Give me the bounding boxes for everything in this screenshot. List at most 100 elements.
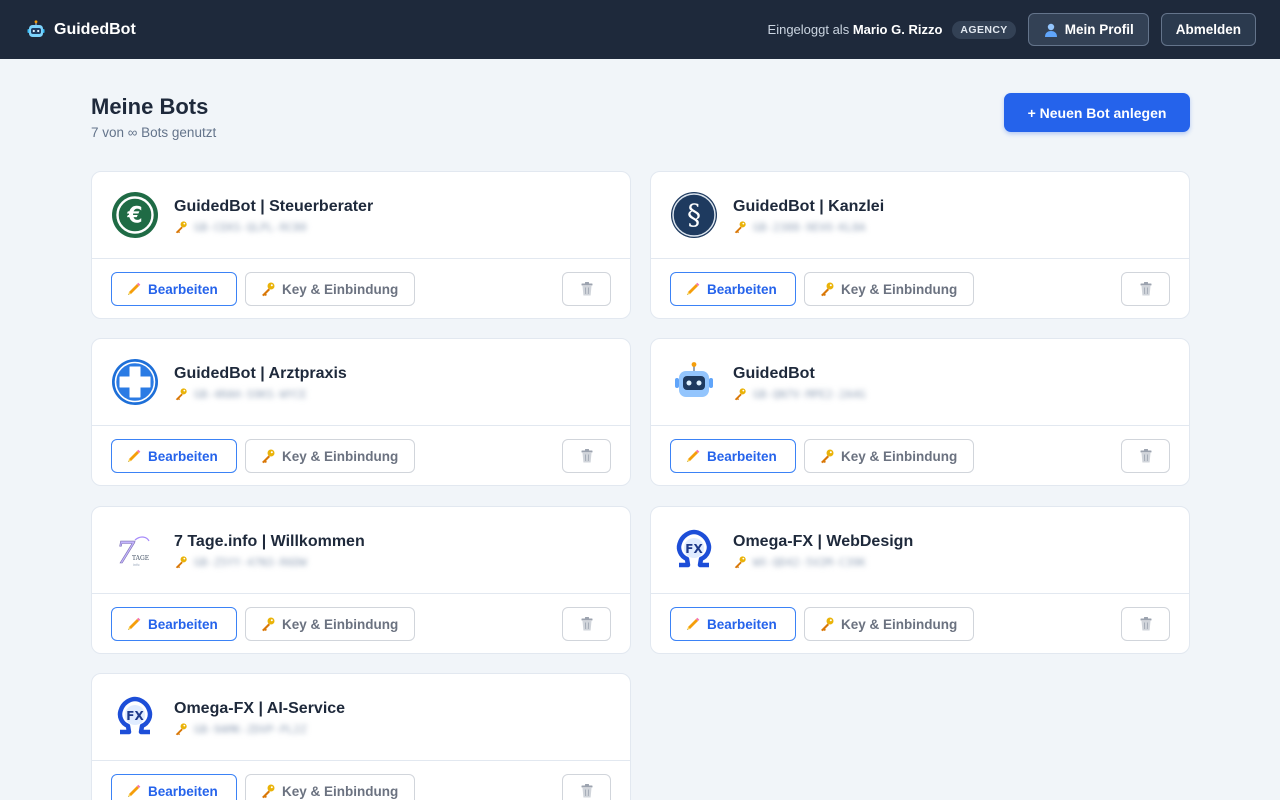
key-embed-button[interactable]: Key & Einbindung	[245, 272, 415, 306]
api-key-value: GB-9AMK-ZDVP-PL2Z	[194, 722, 307, 736]
edit-bot-label: Bearbeiten	[707, 616, 777, 632]
key-embed-label: Key & Einbindung	[841, 448, 958, 464]
trash-icon	[1140, 449, 1151, 463]
key-embed-button[interactable]: Key & Einbindung	[245, 607, 415, 641]
key-icon	[734, 556, 746, 569]
delete-bot-button[interactable]	[562, 439, 611, 473]
api-key-value: GB-4RAH-S9KS-WYCE	[194, 387, 307, 401]
top-navigation-bar: GuidedBot Eingeloggt als Mario G. Rizzo …	[0, 0, 1280, 59]
api-key-row: GB-Z5YY-47N3-R6DW	[174, 554, 307, 570]
key-icon	[175, 388, 187, 401]
api-key-row: GB-9AMK-ZDVP-PL2Z	[174, 721, 307, 737]
omega-fx-logo-icon: FX	[111, 693, 159, 741]
delete-bot-button[interactable]	[562, 774, 611, 800]
bot-name: GuidedBot | Arztpraxis	[174, 365, 347, 382]
api-key-row: GB-4RAH-S9KS-WYCE	[174, 386, 307, 402]
key-icon	[821, 282, 834, 297]
api-key-row: GB-CEKS-QLPL-RC80	[174, 219, 307, 235]
edit-bot-button[interactable]: Bearbeiten	[670, 272, 796, 306]
robot-icon	[27, 19, 45, 37]
person-icon	[1044, 23, 1057, 37]
paragraph-icon: §	[670, 191, 718, 239]
edit-bot-label: Bearbeiten	[707, 281, 777, 297]
delete-bot-button[interactable]	[1121, 272, 1170, 306]
key-embed-button[interactable]: Key & Einbindung	[245, 774, 415, 800]
trash-icon	[581, 282, 592, 296]
pencil-icon	[687, 617, 700, 630]
logged-in-info: Eingeloggt als Mario G. Rizzo	[768, 22, 943, 37]
brand[interactable]: GuidedBot	[26, 19, 136, 40]
key-icon	[175, 723, 187, 736]
edit-bot-button[interactable]: Bearbeiten	[111, 272, 237, 306]
api-key-value: GB-CEKS-QLPL-RC80	[194, 220, 307, 234]
role-badge: AGENCY	[952, 20, 1016, 39]
key-embed-label: Key & Einbindung	[282, 281, 399, 297]
edit-bot-button[interactable]: Bearbeiten	[670, 439, 796, 473]
new-bot-button[interactable]: + Neuen Bot anlegen	[1004, 93, 1190, 132]
api-key-value: GB-Z5YY-47N3-R6DW	[194, 555, 307, 569]
api-key-row: WX-QD42-5V2M-C39K	[733, 554, 866, 570]
key-icon	[262, 784, 275, 799]
key-icon	[262, 449, 275, 464]
key-embed-button[interactable]: Key & Einbindung	[804, 272, 974, 306]
edit-bot-button[interactable]: Bearbeiten	[111, 439, 237, 473]
key-icon	[734, 388, 746, 401]
key-icon	[821, 449, 834, 464]
key-icon	[821, 617, 834, 632]
edit-bot-label: Bearbeiten	[148, 281, 218, 297]
svg-text:§: §	[687, 198, 701, 231]
key-embed-label: Key & Einbindung	[282, 616, 399, 632]
key-icon	[262, 282, 275, 297]
pencil-icon	[128, 784, 141, 797]
edit-bot-label: Bearbeiten	[707, 448, 777, 464]
logout-button-label: Abmelden	[1175, 22, 1241, 37]
svg-text:€: €	[126, 204, 142, 229]
trash-icon	[1140, 282, 1151, 296]
bot-card: € GuidedBot | Steuerberater GB-CEKS-QLPL…	[91, 171, 631, 319]
api-key-row: GB-2388-9EVO-KL8A	[733, 219, 866, 235]
7tage-logo-icon: 7 TAGE info	[111, 526, 159, 574]
edit-bot-label: Bearbeiten	[148, 448, 218, 464]
edit-bot-button[interactable]: Bearbeiten	[670, 607, 796, 641]
bot-card: FX Omega-FX | AI-Service GB-9AMK-ZDVP-PL…	[91, 673, 631, 800]
delete-bot-button[interactable]	[562, 272, 611, 306]
medical-cross-icon	[111, 358, 159, 406]
pencil-icon	[128, 282, 141, 295]
delete-bot-button[interactable]	[1121, 607, 1170, 641]
bot-card: FX Omega-FX | WebDesign WX-QD42-5V2M-C39…	[650, 506, 1190, 654]
profile-button[interactable]: Mein Profil	[1027, 13, 1149, 46]
delete-bot-button[interactable]	[1121, 439, 1170, 473]
key-embed-button[interactable]: Key & Einbindung	[245, 439, 415, 473]
bot-card: GuidedBot GB-QN7V-MPE2-2A4G Bearbeiten K…	[650, 338, 1190, 486]
svg-text:FX: FX	[126, 709, 144, 723]
bot-name: GuidedBot | Kanzlei	[733, 198, 885, 215]
trash-icon	[1140, 617, 1151, 631]
svg-text:TAGE: TAGE	[132, 555, 149, 562]
logout-button[interactable]: Abmelden	[1160, 13, 1256, 46]
edit-bot-label: Bearbeiten	[148, 616, 218, 632]
edit-bot-button[interactable]: Bearbeiten	[111, 774, 237, 800]
robot-icon	[670, 358, 718, 406]
bot-name: GuidedBot | Steuerberater	[174, 198, 374, 215]
user-name: Mario G. Rizzo	[852, 22, 943, 37]
trash-icon	[581, 784, 592, 798]
bot-name: Omega-FX | WebDesign	[733, 533, 914, 550]
edit-bot-label: Bearbeiten	[148, 783, 218, 799]
delete-bot-button[interactable]	[562, 607, 611, 641]
edit-bot-button[interactable]: Bearbeiten	[111, 607, 237, 641]
key-embed-label: Key & Einbindung	[841, 616, 958, 632]
logged-in-prefix: Eingeloggt als	[767, 22, 850, 37]
key-embed-button[interactable]: Key & Einbindung	[804, 607, 974, 641]
pencil-icon	[687, 449, 700, 462]
key-embed-label: Key & Einbindung	[282, 448, 399, 464]
bot-name: 7 Tage.info | Willkommen	[174, 533, 365, 550]
api-key-value: GB-QN7V-MPE2-2A4G	[753, 387, 866, 401]
bot-name: GuidedBot	[733, 365, 815, 382]
trash-icon	[581, 617, 592, 631]
key-embed-button[interactable]: Key & Einbindung	[804, 439, 974, 473]
bot-name: Omega-FX | AI-Service	[174, 700, 346, 717]
pencil-icon	[128, 617, 141, 630]
svg-text:FX: FX	[685, 542, 703, 556]
key-icon	[262, 617, 275, 632]
brand-name: GuidedBot	[54, 20, 136, 38]
